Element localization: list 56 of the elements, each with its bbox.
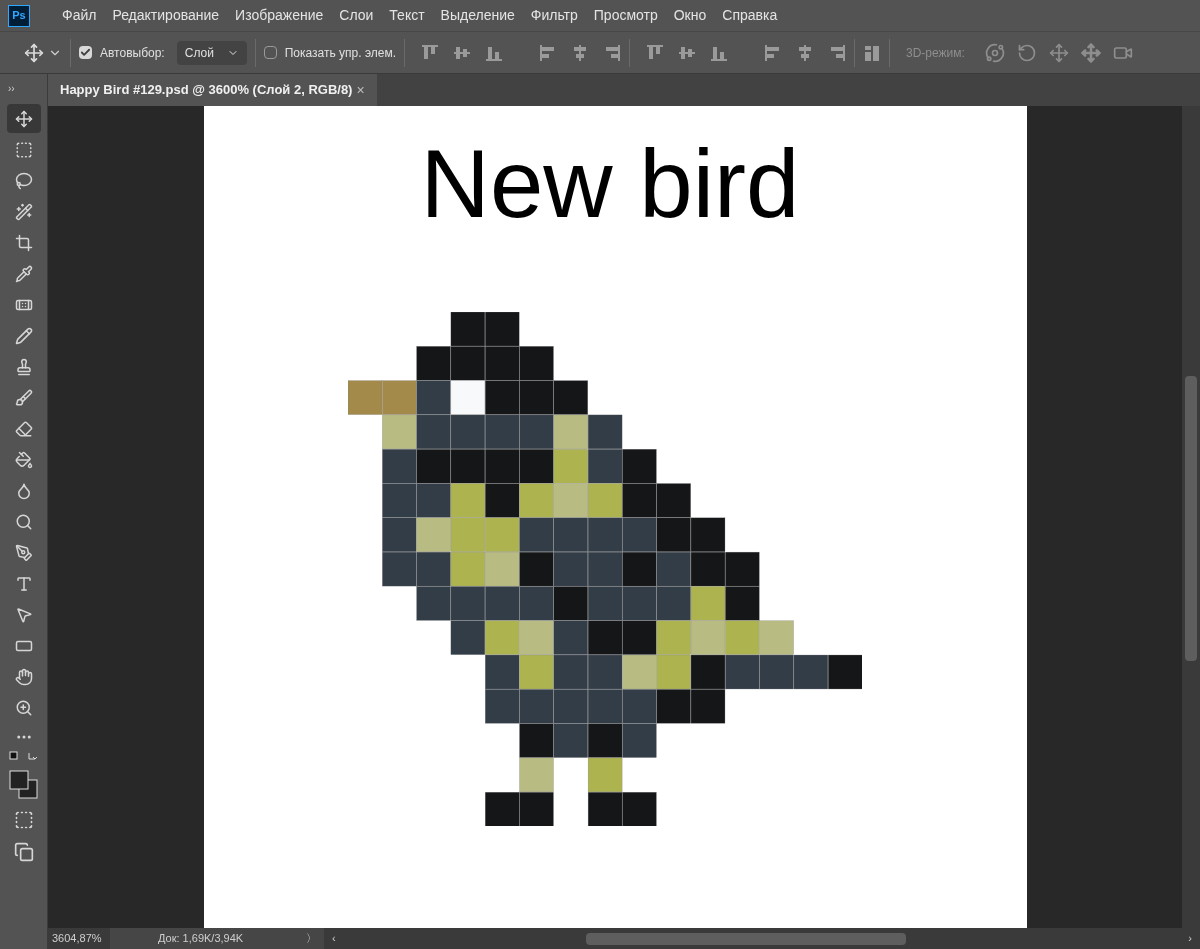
document-title: Happy Bird #129.psd @ 3600% (Слой 2, RGB/8): [60, 81, 353, 100]
type-icon: [14, 574, 33, 593]
status-menu-arrow[interactable]: 〉: [306, 930, 324, 947]
distribute-icon[interactable]: [863, 43, 882, 62]
brush-icon: [14, 388, 33, 407]
checkbox[interactable]: [79, 46, 92, 59]
wand-icon: [14, 202, 33, 221]
align-icon[interactable]: [421, 43, 440, 62]
zoom-level[interactable]: 3604,87%: [48, 928, 110, 949]
screen-mode-icon[interactable]: [13, 842, 34, 862]
color-swatches-icon[interactable]: [6, 750, 41, 802]
marquee-icon: [14, 140, 33, 159]
stamp-icon: [14, 357, 33, 376]
menu-item[interactable]: Изображение: [227, 5, 332, 26]
menu-item[interactable]: Просмотр: [585, 5, 666, 26]
crop-icon: [14, 233, 33, 252]
document-size: Док: 1,69K/3,94K: [158, 931, 245, 947]
handwritten-title: New bird: [420, 136, 800, 232]
tool-button[interactable]: [6, 104, 41, 133]
menu-item[interactable]: Справка: [714, 5, 786, 26]
bucket-icon: [14, 450, 33, 469]
align-icon[interactable]: [603, 43, 622, 62]
pen-icon: [14, 543, 33, 562]
hand-icon: [14, 667, 33, 686]
panel-toggle[interactable]: ››: [8, 74, 15, 104]
mode-3d-label: 3D-режим:: [906, 44, 965, 62]
lasso-icon: [14, 171, 33, 190]
vertical-scrollbar[interactable]: [1182, 106, 1200, 928]
menu-item[interactable]: Окно: [665, 5, 715, 26]
checkbox[interactable]: [263, 46, 277, 59]
align-icon[interactable]: [646, 43, 665, 62]
scroll-left-arrow[interactable]: ‹: [332, 930, 336, 947]
eyedropper-icon: [14, 264, 33, 283]
menu-item[interactable]: Редактирование: [104, 5, 228, 26]
scroll-right-arrow[interactable]: ›: [1188, 930, 1192, 947]
pencil-icon: [14, 326, 33, 345]
menu-item[interactable]: Выделение: [432, 5, 523, 26]
close-tab-icon[interactable]: ×: [356, 79, 365, 101]
quick-mask-icon[interactable]: [13, 810, 34, 830]
menu-item[interactable]: Файл: [54, 5, 105, 26]
move-icon[interactable]: [24, 42, 44, 63]
document-tab[interactable]: Happy Bird #129.psd @ 3600% (Слой 2, RGB/8) ×: [48, 74, 377, 106]
menu-item[interactable]: Слои: [331, 5, 382, 26]
layer-dropdown[interactable]: Слой: [176, 40, 247, 65]
move-icon: [14, 109, 33, 128]
eraser-icon: [14, 419, 33, 438]
pointer-icon: [14, 605, 33, 624]
zoom-icon: [14, 698, 33, 717]
menu-item[interactable]: Текст: [381, 5, 433, 26]
horizontal-scrollbar[interactable]: ‹ ›: [324, 928, 1200, 949]
menu-item[interactable]: Фильтр: [522, 5, 586, 26]
align-icon[interactable]: [828, 43, 847, 62]
show-controls-label: Показать упр. элем.: [284, 44, 397, 62]
auto-select-label: Автовыбор:: [100, 44, 165, 62]
app-logo[interactable]: Ps: [8, 4, 30, 27]
check-icon: [80, 47, 91, 58]
